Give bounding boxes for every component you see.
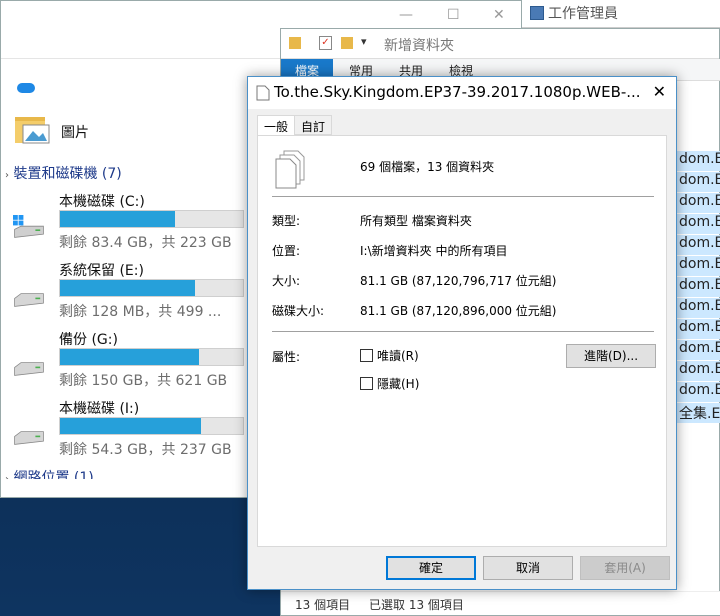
drive-name: 備份 (G:): [59, 332, 118, 348]
summary-count: 69 個檔案，13 個資料夾: [360, 160, 495, 174]
file-list-item[interactable]: dom.EP: [677, 361, 720, 381]
new-folder-icon[interactable]: [341, 37, 353, 49]
drive-g[interactable]: 備份 (G:) 剩餘 150 GB，共 621 GB: [1, 329, 251, 395]
drive-usage-bar: [59, 348, 244, 366]
apply-button[interactable]: 套用(A): [580, 556, 670, 580]
tab-general[interactable]: 一般: [257, 115, 296, 137]
size-value: 81.1 GB (87,120,796,717 位元組): [360, 274, 557, 288]
quick-access-toolbar: ✓ ▾ 新增資料夾: [281, 29, 719, 59]
file-list-item[interactable]: dom.EP: [677, 340, 720, 360]
advanced-button[interactable]: 進階(D)...: [566, 344, 656, 368]
status-bar: 13 個項目 已選取 13 個項目: [281, 591, 720, 615]
document-icon: [256, 85, 270, 101]
drive-free-space: 剩餘 54.3 GB，共 237 GB: [59, 442, 232, 458]
location-label: 位置:: [272, 244, 301, 258]
customize-toolbar-icon[interactable]: ▾: [361, 35, 367, 48]
properties-icon[interactable]: ✓: [319, 36, 332, 50]
size-on-disk-value: 81.1 GB (87,120,896,000 位元組): [360, 304, 557, 318]
task-manager-window[interactable]: 工作管理員: [522, 0, 720, 28]
file-list-item[interactable]: dom.EP: [677, 172, 720, 192]
hidden-label: 隱藏(H): [377, 377, 420, 391]
drive-usage-fill: [60, 349, 200, 365]
drive-i[interactable]: 本機磁碟 (I:) 剩餘 54.3 GB，共 237 GB: [1, 398, 251, 464]
multiple-files-icon: [275, 150, 305, 189]
tab-customize[interactable]: 自訂: [294, 115, 333, 135]
devices-section-label: 裝置和磁碟機 (7): [13, 166, 122, 182]
drive-c[interactable]: 本機磁碟 (C:) 剩餘 83.4 GB，共 223 GB: [1, 191, 251, 257]
drive-name: 本機磁碟 (C:): [59, 194, 145, 210]
drive-e[interactable]: 系統保留 (E:) 剩餘 128 MB，共 499 ...: [1, 260, 251, 326]
drive-free-space: 剩餘 150 GB，共 621 GB: [59, 373, 228, 389]
maximize-button[interactable]: ☐: [447, 7, 460, 23]
drive-name: 系統保留 (E:): [59, 263, 144, 279]
file-list-item[interactable]: dom.EP: [677, 214, 720, 234]
windows-drive-icon: [13, 215, 44, 238]
readonly-label: 唯讀(R): [377, 349, 419, 363]
drive-free-space: 剩餘 83.4 GB，共 223 GB: [59, 235, 232, 251]
file-list-item[interactable]: dom.EP: [677, 298, 720, 318]
checkbox-box[interactable]: [360, 377, 373, 390]
pictures-folder-icon[interactable]: [13, 111, 51, 147]
general-panel: 69 個檔案，13 個資料夾 類型: 所有類型 檔案資料夾 位置: I:\新增資…: [257, 135, 667, 547]
close-icon[interactable]: ✕: [653, 82, 666, 101]
drive-free-space: 剩餘 128 MB，共 499 ...: [59, 304, 222, 320]
drive-usage-fill: [60, 418, 201, 434]
minimize-button[interactable]: —: [399, 7, 413, 23]
cloud-icon: [17, 83, 35, 93]
size-label: 大小:: [272, 274, 301, 288]
file-list-item[interactable]: 全集.EP: [677, 403, 720, 423]
hidden-checkbox[interactable]: 隱藏(H): [360, 375, 419, 392]
type-label: 類型:: [272, 214, 301, 228]
ok-button[interactable]: 確定: [386, 556, 476, 580]
drive-name: 本機磁碟 (I:): [59, 401, 140, 417]
properties-dialog: To.the.Sky.Kingdom.EP37-39.2017.1080p.WE…: [247, 76, 677, 590]
status-item-count: 13 個項目: [295, 598, 351, 612]
file-list-item[interactable]: dom.EP: [677, 277, 720, 297]
pictures-label[interactable]: 圖片: [61, 122, 89, 142]
network-section-label: 網路位置 (1): [13, 470, 94, 479]
close-button[interactable]: ✕: [493, 7, 505, 23]
cancel-button[interactable]: 取消: [483, 556, 573, 580]
file-list-item[interactable]: dom.EP: [677, 319, 720, 339]
readonly-checkbox[interactable]: 唯讀(R): [360, 347, 419, 364]
type-value: 所有類型 檔案資料夾: [360, 214, 472, 228]
drive-usage-bar: [59, 210, 244, 228]
folder-icon: [289, 37, 301, 49]
window-title: 新增資料夾: [384, 38, 454, 54]
network-section-header[interactable]: › 網路位置 (1): [5, 467, 94, 479]
task-manager-title: 工作管理員: [548, 6, 618, 22]
dialog-titlebar: To.the.Sky.Kingdom.EP37-39.2017.1080p.WE…: [248, 77, 676, 109]
drive-icon: [14, 293, 44, 307]
divider: [272, 331, 654, 332]
file-list-item[interactable]: dom.EP: [677, 235, 720, 255]
drive-icon: [14, 431, 44, 445]
size-on-disk-label: 磁碟大小:: [272, 304, 325, 318]
dialog-title: To.the.Sky.Kingdom.EP37-39.2017.1080p.WE…: [274, 83, 641, 101]
file-list-item[interactable]: dom.EP: [677, 151, 720, 171]
drive-usage-bar: [59, 279, 244, 297]
checkbox-box[interactable]: [360, 349, 373, 362]
drive-usage-fill: [60, 211, 176, 227]
divider: [272, 196, 654, 197]
drive-usage-fill: [60, 280, 196, 296]
task-manager-icon: [530, 6, 544, 20]
location-value: I:\新增資料夾 中的所有項目: [360, 244, 508, 258]
attributes-label: 屬性:: [272, 350, 301, 364]
drive-usage-bar: [59, 417, 244, 435]
file-list-item[interactable]: dom.EP: [677, 382, 720, 402]
status-selected-count: 已選取 13 個項目: [369, 598, 464, 612]
drive-icon: [14, 362, 44, 376]
file-list-item[interactable]: dom.EP: [677, 193, 720, 213]
devices-section-header[interactable]: › 裝置和磁碟機 (7): [5, 163, 122, 183]
file-list-item[interactable]: dom.EP: [677, 256, 720, 276]
